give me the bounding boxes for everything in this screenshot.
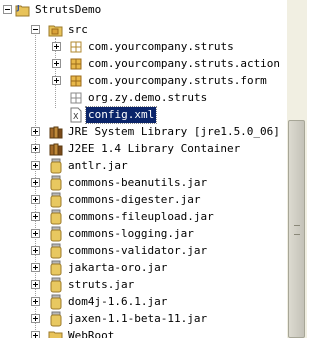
jar-label: dom4j-1.6.1.jar	[68, 295, 168, 308]
expand-toggle[interactable]	[52, 76, 61, 85]
jar-icon	[50, 277, 62, 293]
library-label: JRE System Library [jre1.5.0_06]	[68, 125, 280, 138]
jar-label: antlr.jar	[68, 159, 128, 172]
jar-label: jaxen-1.1-beta-11.jar	[68, 312, 208, 325]
expand-toggle[interactable]	[31, 161, 40, 170]
file-label: config.xml	[84, 106, 158, 124]
jar-icon	[50, 175, 62, 191]
empty-package-icon	[70, 41, 82, 53]
tree-item-project[interactable]: J StrutsDemo	[0, 0, 287, 20]
expand-toggle[interactable]	[31, 144, 40, 153]
jar-label: commons-logging.jar	[68, 227, 194, 240]
package-icon	[70, 58, 82, 70]
scrollbar-thumb[interactable]	[288, 120, 305, 338]
expand-toggle[interactable]	[31, 314, 40, 323]
expand-toggle[interactable]	[31, 246, 40, 255]
jar-icon	[50, 311, 62, 327]
folder-icon	[48, 331, 63, 338]
library-icon	[49, 126, 63, 139]
jar-icon	[50, 192, 62, 208]
expand-toggle[interactable]	[31, 127, 40, 136]
package-label: org.zy.demo.struts	[88, 91, 208, 104]
svg-text:X: X	[73, 112, 79, 121]
package-icon	[70, 75, 82, 87]
package-label: com.yourcompany.struts.form	[88, 74, 267, 87]
expand-toggle[interactable]	[31, 212, 40, 221]
vertical-scrollbar[interactable]	[287, 0, 307, 338]
jar-label: jakarta-oro.jar	[68, 261, 168, 274]
svg-text:J: J	[16, 4, 20, 12]
expand-toggle[interactable]	[31, 195, 40, 204]
expand-toggle[interactable]	[52, 59, 61, 68]
webroot-label: WebRoot	[68, 329, 115, 338]
expand-toggle[interactable]	[31, 331, 40, 338]
source-folder-icon	[48, 25, 63, 37]
jar-icon	[50, 260, 62, 276]
jar-label: struts.jar	[68, 278, 135, 291]
expand-toggle[interactable]	[31, 280, 40, 289]
xml-file-icon: X	[70, 107, 82, 123]
jar-label: commons-validator.jar	[68, 244, 208, 257]
jar-icon	[50, 243, 62, 259]
jar-icon	[50, 158, 62, 174]
jar-label: commons-digester.jar	[68, 193, 201, 206]
project-explorer-tree: J StrutsDemo src com.yourcompany.struts …	[0, 0, 287, 338]
expand-toggle[interactable]	[31, 297, 40, 306]
collapse-toggle[interactable]	[31, 25, 40, 34]
jar-icon	[50, 209, 62, 225]
jar-icon	[50, 226, 62, 242]
jar-label: commons-beanutils.jar	[68, 176, 208, 189]
expand-toggle[interactable]	[31, 263, 40, 272]
tree-item-webroot[interactable]: WebRoot	[0, 326, 287, 338]
package-label: com.yourcompany.struts.action	[88, 57, 281, 70]
empty-package-icon	[70, 92, 82, 104]
jar-icon	[50, 294, 62, 310]
package-label: com.yourcompany.struts	[88, 40, 234, 53]
src-label: src	[68, 23, 88, 36]
expand-toggle[interactable]	[52, 42, 61, 51]
project-label: StrutsDemo	[35, 3, 102, 16]
library-icon	[49, 143, 63, 156]
expand-toggle[interactable]	[31, 229, 40, 238]
collapse-toggle[interactable]	[3, 5, 12, 14]
expand-toggle[interactable]	[31, 178, 40, 187]
library-label: J2EE 1.4 Library Container	[68, 142, 241, 155]
jar-label: commons-fileupload.jar	[68, 210, 214, 223]
java-project-icon: J	[15, 4, 30, 17]
